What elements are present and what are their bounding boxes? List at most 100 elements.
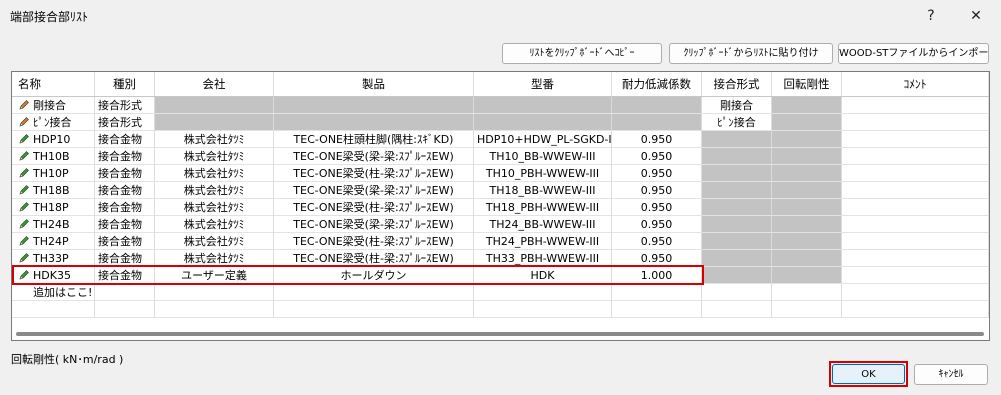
cell-col-rotation[interactable] (772, 148, 842, 165)
table-row[interactable]: TH10P 接合金物 株式会社ﾀﾂﾐ TEC-ONE梁受(柱-梁:ｽﾌﾟﾙｰｽEW) T… (12, 165, 989, 182)
cell-col-joint[interactable]: ﾋﾟﾝ接合 (702, 114, 772, 131)
header-col-model[interactable]: 型番 (474, 72, 612, 96)
cell-col-product[interactable]: TEC-ONE梁受(梁-梁:ｽﾌﾟﾙｰｽEW) (274, 216, 474, 233)
cell-col-kind[interactable]: 接合金物 (95, 131, 155, 148)
copy-to-clipboard-button[interactable]: ﾘｽﾄをｸﾘｯﾌﾟﾎﾞｰﾄﾞへｺﾋﾟｰ (502, 43, 662, 64)
cell-col-rotation[interactable] (772, 284, 842, 301)
cell-col-rotation[interactable] (772, 267, 842, 284)
cell-col-product[interactable]: TEC-ONE梁受(柱-梁:ｽﾌﾟﾙｰｽEW) (274, 199, 474, 216)
table-row[interactable]: 追加はここ! (12, 284, 989, 301)
cell-col-name[interactable]: HDP10 (12, 131, 95, 148)
close-button[interactable]: ✕ (961, 4, 991, 28)
cell-col-product[interactable] (274, 114, 474, 131)
cell-col-company[interactable]: 株式会社ﾀﾂﾐ (155, 131, 274, 148)
cell-col-product[interactable]: TEC-ONE梁受(梁-梁:ｽﾌﾟﾙｰｽEW) (274, 182, 474, 199)
cell-col-model[interactable]: TH24_BB-WWEW-III (474, 216, 612, 233)
cell-col-factor[interactable]: 0.950 (612, 199, 702, 216)
cell-col-joint[interactable] (702, 148, 772, 165)
cell-col-comment[interactable] (842, 97, 989, 114)
cell-col-comment[interactable] (842, 165, 989, 182)
cell-col-comment[interactable] (842, 199, 989, 216)
cell-col-name[interactable]: ﾋﾟﾝ接合 (12, 114, 95, 131)
header-col-comment[interactable]: ｺﾒﾝﾄ (842, 72, 989, 96)
cell-col-company[interactable]: 株式会社ﾀﾂﾐ (155, 216, 274, 233)
cell-col-kind[interactable]: 接合形式 (95, 97, 155, 114)
cell-col-company[interactable]: 株式会社ﾀﾂﾐ (155, 182, 274, 199)
joint-list-table[interactable]: 名称 種別 会社 製品 型番 耐力低減係数 接合形式 回転剛性 ｺﾒﾝﾄ 剛接合 接合形式 剛接合ﾋ… (11, 71, 990, 341)
cell-col-joint[interactable] (702, 182, 772, 199)
horizontal-scrollbar[interactable] (13, 328, 988, 340)
cell-col-rotation[interactable] (772, 114, 842, 131)
header-col-joint[interactable]: 接合形式 (702, 72, 772, 96)
cell-col-company[interactable]: 株式会社ﾀﾂﾐ (155, 199, 274, 216)
cell-col-kind[interactable]: 接合金物 (95, 165, 155, 182)
cell-col-product[interactable]: TEC-ONE梁受(柱-梁:ｽﾌﾟﾙｰｽEW) (274, 165, 474, 182)
cell-col-comment[interactable] (842, 250, 989, 267)
cell-col-factor[interactable] (612, 284, 702, 301)
cell-col-kind[interactable]: 接合形式 (95, 114, 155, 131)
cell-col-kind[interactable]: 接合金物 (95, 216, 155, 233)
cell-col-model[interactable] (474, 97, 612, 114)
header-col-name[interactable]: 名称 (12, 72, 95, 96)
cell-col-factor[interactable]: 0.950 (612, 216, 702, 233)
cell-col-product[interactable] (274, 284, 474, 301)
cell-col-name[interactable]: TH10P (12, 165, 95, 182)
cell-col-model[interactable]: TH10_PBH-WWEW-III (474, 165, 612, 182)
cell-col-joint[interactable] (702, 199, 772, 216)
cell-col-rotation[interactable] (772, 182, 842, 199)
cell-col-model[interactable]: HDP10+HDW_PL-SGKD-III (474, 131, 612, 148)
cell-col-model[interactable]: TH24_PBH-WWEW-III (474, 233, 612, 250)
cell-col-model[interactable] (474, 284, 612, 301)
cell-col-joint[interactable] (702, 233, 772, 250)
cell-col-model[interactable]: TH18_PBH-WWEW-III (474, 199, 612, 216)
cell-col-name[interactable]: TH18B (12, 182, 95, 199)
cancel-button[interactable]: ｷｬﾝｾﾙ (914, 364, 988, 385)
cell-col-company[interactable] (155, 284, 274, 301)
cell-col-product[interactable]: TEC-ONE柱頭柱脚(隅柱:ｽｷﾞKD) (274, 131, 474, 148)
cell-col-factor[interactable] (612, 114, 702, 131)
cell-col-model[interactable] (474, 114, 612, 131)
cell-col-comment[interactable] (842, 131, 989, 148)
cell-col-company[interactable] (155, 114, 274, 131)
cell-col-joint[interactable] (702, 250, 772, 267)
cell-col-factor[interactable] (612, 97, 702, 114)
cell-col-rotation[interactable] (772, 216, 842, 233)
cell-col-rotation[interactable] (772, 165, 842, 182)
table-row[interactable]: 剛接合 接合形式 剛接合 (12, 97, 989, 114)
cell-col-rotation[interactable] (772, 233, 842, 250)
header-col-rotation[interactable]: 回転剛性 (772, 72, 842, 96)
cell-col-company[interactable]: 株式会社ﾀﾂﾐ (155, 233, 274, 250)
cell-col-product[interactable]: TEC-ONE梁受(柱-梁:ｽﾌﾟﾙｰｽEW) (274, 233, 474, 250)
cell-col-factor[interactable]: 0.950 (612, 233, 702, 250)
cell-col-comment[interactable] (842, 182, 989, 199)
import-wood-st-button[interactable]: WOOD-STファイルからインポート (838, 43, 989, 64)
cell-col-kind[interactable]: 接合金物 (95, 182, 155, 199)
cell-col-comment[interactable] (842, 114, 989, 131)
cell-col-joint[interactable] (702, 165, 772, 182)
help-button[interactable]: ? (916, 4, 946, 28)
scrollbar-thumb[interactable] (16, 332, 984, 336)
cell-col-name[interactable]: TH24P (12, 233, 95, 250)
cell-col-name[interactable]: 剛接合 (12, 97, 95, 114)
table-row[interactable]: TH18P 接合金物 株式会社ﾀﾂﾐ TEC-ONE梁受(柱-梁:ｽﾌﾟﾙｰｽEW) T… (12, 199, 989, 216)
cell-col-kind[interactable]: 接合金物 (95, 233, 155, 250)
cell-col-rotation[interactable] (772, 250, 842, 267)
cell-col-kind[interactable]: 接合金物 (95, 199, 155, 216)
cell-col-factor[interactable]: 0.950 (612, 165, 702, 182)
cell-col-kind[interactable]: 接合金物 (95, 148, 155, 165)
cell-col-company[interactable] (155, 97, 274, 114)
table-row[interactable]: TH24B 接合金物 株式会社ﾀﾂﾐ TEC-ONE梁受(梁-梁:ｽﾌﾟﾙｰｽEW) T… (12, 216, 989, 233)
cell-col-rotation[interactable] (772, 199, 842, 216)
cell-col-model[interactable]: TH18_BB-WWEW-III (474, 182, 612, 199)
cell-col-joint[interactable] (702, 284, 772, 301)
cell-col-kind[interactable] (95, 284, 155, 301)
cell-col-joint[interactable] (702, 216, 772, 233)
cell-col-product[interactable]: TEC-ONE梁受(梁-梁:ｽﾌﾟﾙｰｽEW) (274, 148, 474, 165)
table-row[interactable]: TH18B 接合金物 株式会社ﾀﾂﾐ TEC-ONE梁受(梁-梁:ｽﾌﾟﾙｰｽEW) T… (12, 182, 989, 199)
cell-col-joint[interactable]: 剛接合 (702, 97, 772, 114)
table-row[interactable]: ﾋﾟﾝ接合 接合形式 ﾋﾟﾝ接合 (12, 114, 989, 131)
cell-col-comment[interactable] (842, 233, 989, 250)
cell-col-rotation[interactable] (772, 131, 842, 148)
cell-col-comment[interactable] (842, 216, 989, 233)
cell-col-name[interactable]: 追加はここ! (12, 284, 95, 301)
